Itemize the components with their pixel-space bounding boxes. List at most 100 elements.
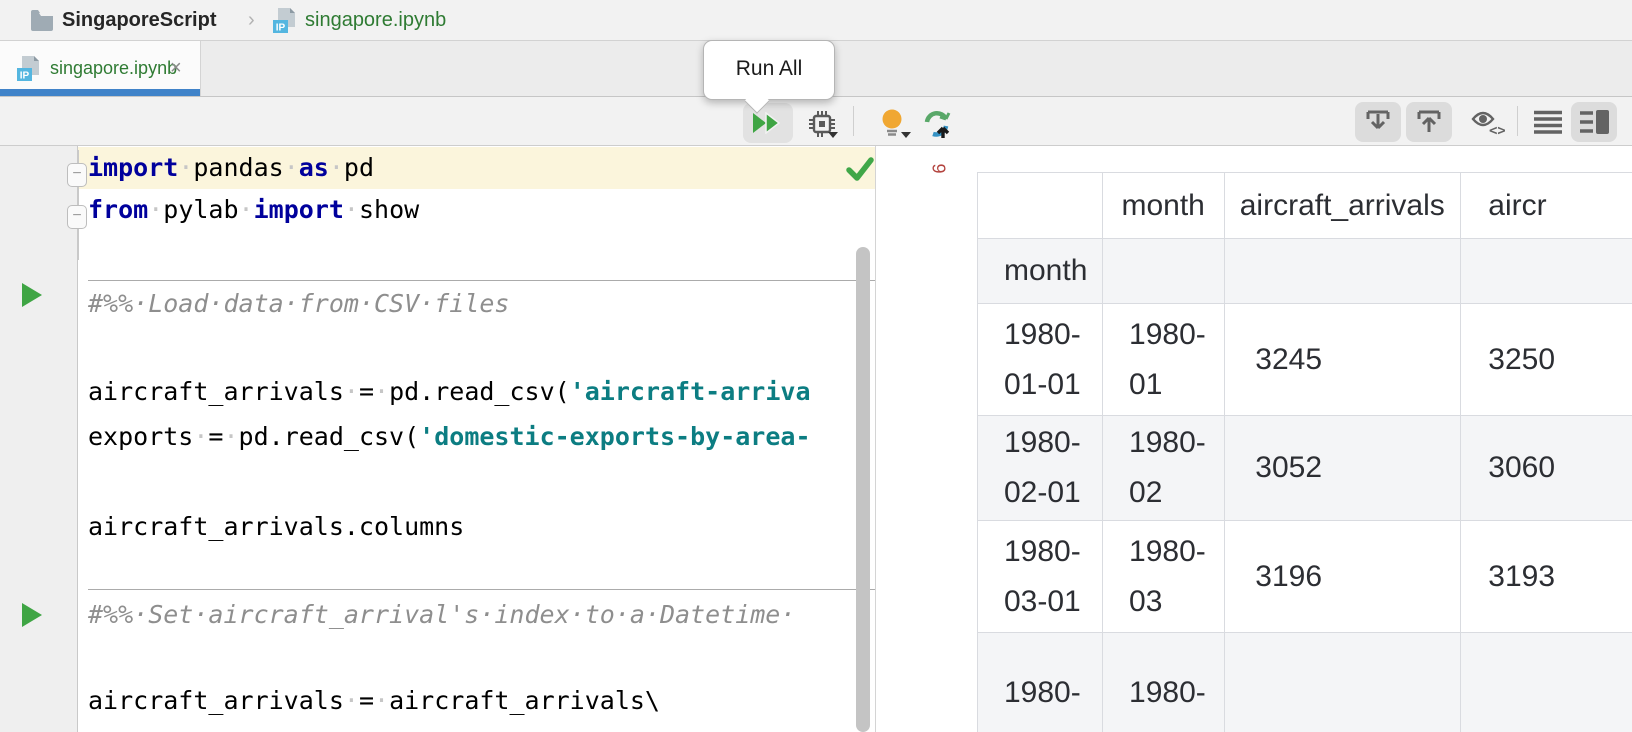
table-cell[interactable]: 1980-02-01	[978, 416, 1103, 521]
table-cell[interactable]: 3245	[1225, 304, 1461, 416]
code-line[interactable]: aircraft_arrivals.columns	[88, 506, 464, 548]
code-token: 'domestic-exports-by-area-	[419, 422, 810, 451]
tooltip-text: Run All	[704, 41, 834, 97]
code-token: =	[359, 686, 374, 715]
dataframe-table: monthaircraft_arrivalsaircrmonth1980-01-…	[977, 172, 1632, 732]
execution-count: 9	[928, 163, 949, 173]
column-header-cell[interactable]: aircr	[1461, 173, 1632, 239]
column-header-cell[interactable]: month	[1103, 173, 1225, 239]
table-row: 1980-03-011980-0331963193	[978, 521, 1632, 633]
run-all-icon	[752, 112, 786, 134]
code-token: ·	[344, 195, 359, 224]
preview-code-button[interactable]: <>	[1467, 102, 1507, 142]
code-line[interactable]: exports·=·pd.read_csv('domestic-exports-…	[88, 416, 811, 458]
ipynb-file-icon: IP	[16, 55, 43, 82]
code-token: ·	[344, 686, 359, 715]
dataframe-output[interactable]: monthaircraft_arrivalsaircrmonth1980-01-…	[977, 172, 1632, 732]
breadcrumb: SingaporeScript › IP singapore.ipynb	[0, 0, 1632, 41]
table-cell[interactable]: 1980-01-01	[978, 304, 1103, 416]
table-cell[interactable]: 1980-03	[1103, 521, 1225, 633]
code-line[interactable]: aircraft_arrivals·=·pd.read_csv('aircraf…	[88, 371, 811, 413]
ipynb-file-icon: IP	[272, 7, 299, 34]
header-row: monthaircraft_arrivalsaircr	[978, 173, 1632, 239]
code-line[interactable]: #%%·Load·data·from·CSV·files	[88, 283, 509, 325]
editor-only-view-button[interactable]	[1527, 102, 1569, 142]
svg-text:IP: IP	[276, 23, 286, 34]
code-token: pandas	[193, 153, 283, 182]
table-cell[interactable]: 3052	[1225, 416, 1461, 521]
code-token: 'aircraft-arriva	[570, 377, 811, 406]
split-view-button[interactable]	[1571, 102, 1617, 142]
tab-title: singapore.ipynb	[50, 41, 177, 96]
code-token: =	[208, 422, 223, 451]
table-cell[interactable]: 3196	[1225, 521, 1461, 633]
table-cell[interactable]: month	[978, 239, 1103, 304]
column-header-cell[interactable]	[978, 173, 1103, 239]
table-cell[interactable]	[1461, 633, 1632, 732]
table-cell[interactable]: 3250	[1461, 304, 1632, 416]
table-cell[interactable]	[1225, 633, 1461, 732]
column-header-cell[interactable]: aircraft_arrivals	[1225, 173, 1461, 239]
table-cell[interactable]: 1980-03-01	[978, 521, 1103, 633]
table-cell[interactable]: 3060	[1461, 416, 1632, 521]
code-token: aircraft_arrivals	[88, 377, 344, 406]
code-token: ·	[223, 422, 238, 451]
code-line[interactable]: from·pylab·import·show	[88, 189, 419, 231]
code-token: =	[359, 377, 374, 406]
chevron-down-icon	[828, 132, 838, 138]
run-all-button[interactable]	[743, 103, 793, 143]
run-with-options-button[interactable]	[800, 103, 844, 143]
table-row: 1980-1980-	[978, 633, 1632, 732]
toolbar-separator	[853, 106, 854, 136]
breadcrumb-project[interactable]: SingaporeScript	[62, 0, 216, 40]
breadcrumb-file[interactable]: singapore.ipynb	[305, 0, 446, 40]
code-token: ·	[329, 153, 344, 182]
folder-icon	[30, 9, 54, 31]
code-token: aircraft_arrivals	[88, 686, 344, 715]
editor-scrollbar[interactable]	[856, 247, 870, 732]
run-cell-icon[interactable]	[22, 603, 42, 627]
sync-arrows-icon	[921, 108, 953, 140]
run-all-tooltip: Run All	[703, 40, 835, 100]
code-token: pd.read_csv(	[239, 422, 420, 451]
code-token: #%%·Set·aircraft_arrival's·index·to·a·Da…	[88, 600, 795, 629]
table-cell[interactable]	[1103, 239, 1225, 304]
index-name-row: month	[978, 239, 1632, 304]
tab-singapore-ipynb[interactable]: IP singapore.ipynb ×	[0, 41, 201, 96]
code-token: ·	[178, 153, 193, 182]
code-line[interactable]: #%%·Set·aircraft_arrival's·index·to·a·Da…	[88, 594, 795, 636]
code-token: ·	[284, 153, 299, 182]
scroll-to-end-toggle[interactable]	[1355, 102, 1401, 142]
code-token: import	[254, 195, 344, 224]
chevron-down-icon	[901, 132, 911, 138]
code-token: show	[359, 195, 419, 224]
intention-bulb-button[interactable]	[872, 103, 916, 143]
table-cell[interactable]: 1980-01	[1103, 304, 1225, 416]
code-token: pd	[344, 153, 374, 182]
fold-marker-icon[interactable]: −	[67, 205, 87, 229]
code-line[interactable]: import·pandas·as·pd	[88, 147, 374, 189]
code-token: ·	[374, 377, 389, 406]
table-cell[interactable]: 1980-	[1103, 633, 1225, 732]
table-cell[interactable]	[1461, 239, 1632, 304]
code-token: ·	[344, 377, 359, 406]
run-cell-icon[interactable]	[22, 283, 42, 307]
sync-button[interactable]	[915, 103, 959, 143]
code-editor[interactable]: − − import·pandas·as·pdfrom·pylab·import…	[0, 146, 876, 732]
table-cell[interactable]: 1980-	[978, 633, 1103, 732]
editor-gutter	[0, 146, 78, 732]
output-pane: 9 monthaircraft_arrivalsaircrmonth1980-0…	[877, 146, 1632, 732]
code-token: #%%·Load·data·from·CSV·files	[88, 289, 509, 318]
table-cell[interactable]: 1980-02	[1103, 416, 1225, 521]
fold-marker-icon[interactable]: −	[67, 163, 87, 187]
breadcrumb-chevron-icon: ›	[248, 0, 255, 40]
tab-close-icon[interactable]: ×	[170, 41, 182, 96]
cell-success-check-icon	[846, 157, 874, 181]
scroll-to-start-toggle[interactable]	[1406, 102, 1452, 142]
table-cell[interactable]: 3193	[1461, 521, 1632, 633]
split-right-icon	[1579, 110, 1609, 134]
svg-text:<>: <>	[1489, 123, 1505, 137]
code-token: aircraft_arrivals.columns	[88, 512, 464, 541]
table-cell[interactable]	[1225, 239, 1461, 304]
code-line[interactable]: aircraft_arrivals·=·aircraft_arrivals\	[88, 680, 660, 722]
